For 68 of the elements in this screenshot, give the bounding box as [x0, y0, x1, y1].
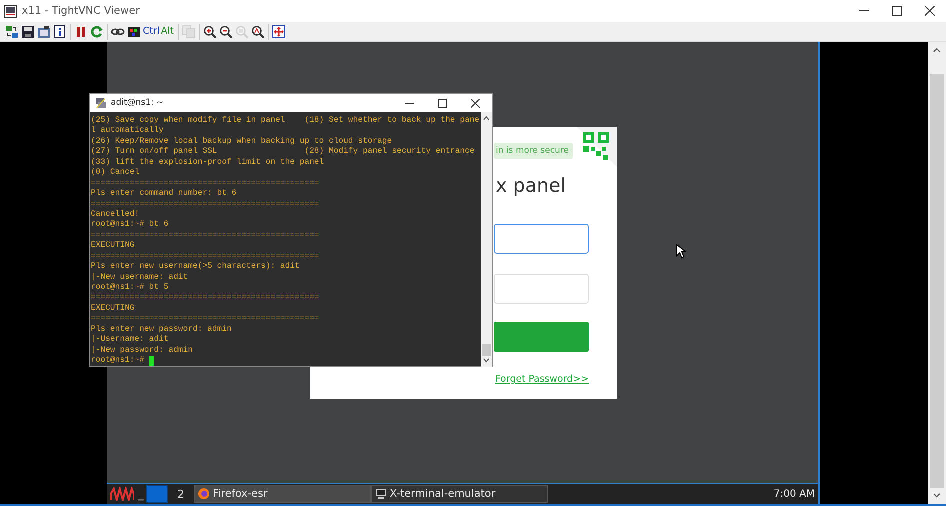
window-title: x11 - TightVNC Viewer [22, 5, 141, 17]
app-icon [4, 4, 17, 18]
terminal-line: Pls enter new password: admin [91, 324, 232, 335]
scrollbar-thumb[interactable] [482, 344, 491, 356]
terminal-line: |-Username: adit [91, 335, 169, 346]
terminal-line: root@ns1:~# [91, 356, 146, 366]
globe-icon [198, 488, 210, 500]
terminal-line: EXECUTING [91, 304, 135, 314]
scroll-up-icon[interactable] [483, 115, 490, 121]
taskbar-button[interactable]: X-terminal-emulator [371, 485, 548, 503]
maximize-icon[interactable] [438, 98, 447, 108]
fullscreen-icon[interactable] [272, 24, 286, 38]
scrollbar[interactable] [928, 42, 946, 504]
refresh-icon[interactable] [90, 24, 104, 38]
zoom-out-icon[interactable] [219, 24, 233, 38]
cursor [149, 356, 154, 366]
terminal-line: Cancelled! [91, 210, 140, 220]
zoom-icon[interactable] [251, 24, 265, 38]
terminal-line: =============================================== [91, 252, 320, 262]
terminal-line: |-New username: adit [91, 272, 188, 283]
scrollbar-thumb[interactable] [930, 74, 944, 488]
terminal-title: adit@ns1: ~ [111, 98, 165, 108]
terminal-line: =============================================== [91, 200, 320, 210]
terminal-line: (33) lift the explosion-proof limit on the panel [91, 158, 324, 168]
palette-icon[interactable] [127, 24, 141, 38]
terminal-line: Pls enter command number: bt 6 [91, 189, 237, 200]
taskbar-button[interactable]: Firefox-esr [194, 485, 371, 503]
close-icon[interactable] [471, 98, 480, 108]
monitor-icon [375, 488, 387, 500]
workspace-button[interactable]: 2 [170, 485, 192, 503]
qr-code-icon[interactable] [577, 127, 617, 167]
terminal-line: EXECUTING [91, 241, 135, 252]
terminal-line: =============================================== [91, 314, 320, 325]
pause-icon[interactable] [74, 24, 88, 38]
maximize-icon[interactable] [892, 6, 902, 16]
info-icon[interactable] [53, 24, 67, 38]
scroll-down-icon[interactable] [933, 492, 941, 500]
scroll-up-icon[interactable] [933, 46, 941, 54]
close-icon[interactable] [924, 6, 934, 16]
terminal-line: (0) Cancel [91, 168, 140, 179]
scroll-down-icon[interactable] [483, 358, 490, 364]
terminal-line: root@ns1:~# bt 6 [91, 220, 169, 231]
username-field[interactable] [494, 224, 589, 254]
terminal-line: l automatically [91, 126, 164, 137]
options-icon[interactable] [37, 24, 51, 38]
transfer-icon[interactable] [5, 24, 19, 38]
login-title: x panel [496, 175, 567, 197]
save-icon[interactable] [21, 24, 35, 38]
terminal-line: |-New password: admin [91, 346, 193, 356]
hint-label: in is more secure [494, 143, 573, 159]
clock: 7:00 AM [774, 488, 815, 500]
zoom-in-icon[interactable] [203, 24, 217, 38]
terminal-line: (27) Turn on/off panel SSL (28) Modify panel security entrance [91, 147, 475, 158]
terminal-line: root@ns1:~# bt 5 [91, 283, 169, 294]
terminal-line: =============================================== [91, 293, 320, 304]
terminal-icon [95, 97, 107, 109]
key-button[interactable]: Alt [160, 26, 175, 37]
terminal-line: =============================================== [91, 230, 320, 242]
key-button[interactable]: Ctrl [143, 26, 158, 37]
terminal-scrollbar[interactable] [481, 112, 492, 366]
terminal-line: Pls enter new username(>5 characters): adit [91, 262, 300, 273]
password-field[interactable] [494, 274, 589, 304]
terminal-line: =============================================== [91, 178, 320, 189]
launcher-icon[interactable] [110, 487, 134, 501]
mouse-pointer-icon [676, 244, 686, 259]
terminal-line: (26) Keep/Remove local backup when backing up to cloud storage [91, 136, 392, 147]
terminal-line: (25) Save copy when modify file in panel (18) Set whether to back up the pane [91, 116, 480, 126]
show-desktop-button[interactable]: _ [136, 488, 146, 500]
